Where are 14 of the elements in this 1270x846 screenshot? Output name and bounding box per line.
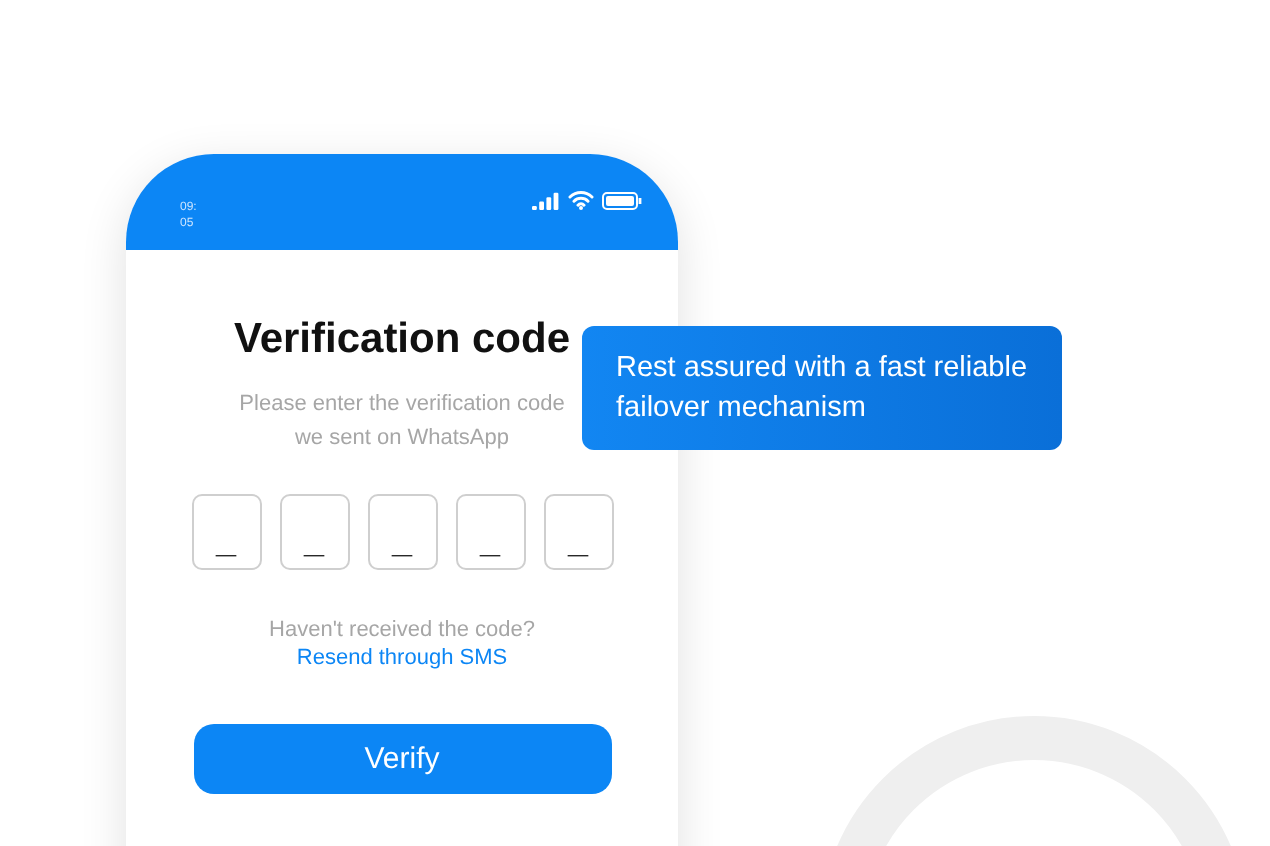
code-digit-field[interactable]: _ [279,494,349,570]
callout-banner: Rest assured with a fast reliable failover mechanism [582,326,1062,450]
code-digit-field[interactable]: _ [191,494,261,570]
code-digit-field[interactable]: _ [543,494,613,570]
wifi-icon [568,190,594,210]
verify-button[interactable]: Verify [193,724,611,794]
signal-icon [532,191,560,209]
screen-title: Verification code [233,316,571,364]
resend-prompt: Haven't received the code? [269,618,535,642]
instruction-text: Please enter the verification code we sent on WhatsApp [239,390,565,454]
resend-link[interactable]: Resend through SMS [296,646,508,670]
code-digit-field[interactable]: _ [455,494,525,570]
code-digit-field[interactable]: _ [367,494,437,570]
battery-icon [602,191,642,209]
